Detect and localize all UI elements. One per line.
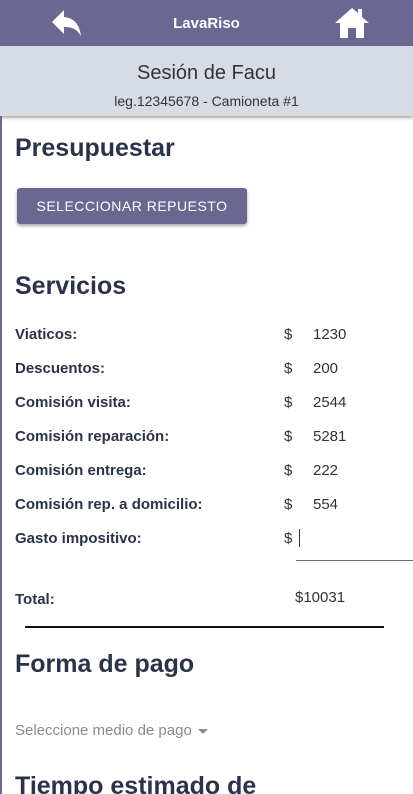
- service-value[interactable]: 554: [313, 496, 338, 513]
- service-row: Viaticos: $ 1230: [15, 326, 413, 348]
- app-header: LavaRiso: [0, 0, 413, 46]
- main-content: Presupuestar SELECCIONAR REPUESTO Servic…: [0, 116, 413, 794]
- currency-symbol: $: [284, 496, 293, 513]
- tax-input[interactable]: [296, 525, 413, 561]
- service-label: Descuentos:: [15, 360, 106, 377]
- service-value[interactable]: 1230: [313, 326, 346, 343]
- payment-method-select[interactable]: Seleccione medio de pago: [15, 722, 208, 739]
- currency-symbol: $: [284, 530, 293, 547]
- payment-method-placeholder: Seleccione medio de pago: [15, 722, 192, 739]
- home-button[interactable]: [333, 6, 371, 40]
- back-button[interactable]: [50, 8, 84, 38]
- service-row: Comisión visita: $ 2544: [15, 394, 413, 416]
- session-name: Sesión de Facu: [137, 62, 276, 84]
- session-banner: Sesión de Facu leg.12345678 - Camioneta …: [0, 46, 413, 116]
- presupuestar-heading: Presupuestar: [15, 134, 175, 162]
- currency-symbol: $: [284, 462, 293, 479]
- service-label: Viaticos:: [15, 326, 78, 343]
- text-caret: [299, 529, 300, 547]
- service-row: Comisión entrega: $ 222: [15, 462, 413, 484]
- service-row: Comisión reparación: $ 5281: [15, 428, 413, 450]
- service-row: Comisión rep. a domicilio: $ 554: [15, 496, 413, 518]
- arrow-left-icon: [52, 10, 81, 36]
- caret-down-icon: [197, 728, 208, 734]
- service-label: Comisión reparación:: [15, 428, 170, 445]
- service-value[interactable]: 222: [313, 462, 338, 479]
- service-value[interactable]: 5281: [313, 428, 346, 445]
- servicios-heading: Servicios: [15, 272, 127, 300]
- service-label: Comisión visita:: [15, 394, 131, 411]
- currency-symbol: $: [284, 360, 293, 377]
- select-repuesto-button[interactable]: SELECCIONAR REPUESTO: [17, 188, 247, 224]
- total-value: $10031: [295, 589, 346, 606]
- service-row: Descuentos: $ 200: [15, 360, 413, 382]
- session-details: leg.12345678 - Camioneta #1: [114, 93, 299, 109]
- service-label: Comisión entrega:: [15, 462, 147, 479]
- currency-symbol: $: [284, 326, 293, 343]
- service-label: Comisión rep. a domicilio:: [15, 496, 203, 513]
- tax-label: Gasto impositivo:: [15, 530, 142, 547]
- tiempo-estimado-heading: Tiempo estimado de: [15, 772, 257, 794]
- divider: [25, 626, 384, 628]
- home-icon: [335, 8, 369, 38]
- currency-symbol: $: [284, 394, 293, 411]
- service-value[interactable]: 200: [313, 360, 338, 377]
- total-label: Total:: [15, 591, 55, 608]
- app-title: LavaRiso: [173, 14, 240, 32]
- service-value[interactable]: 2544: [313, 394, 346, 411]
- forma-de-pago-heading: Forma de pago: [15, 650, 195, 678]
- currency-symbol: $: [284, 428, 293, 445]
